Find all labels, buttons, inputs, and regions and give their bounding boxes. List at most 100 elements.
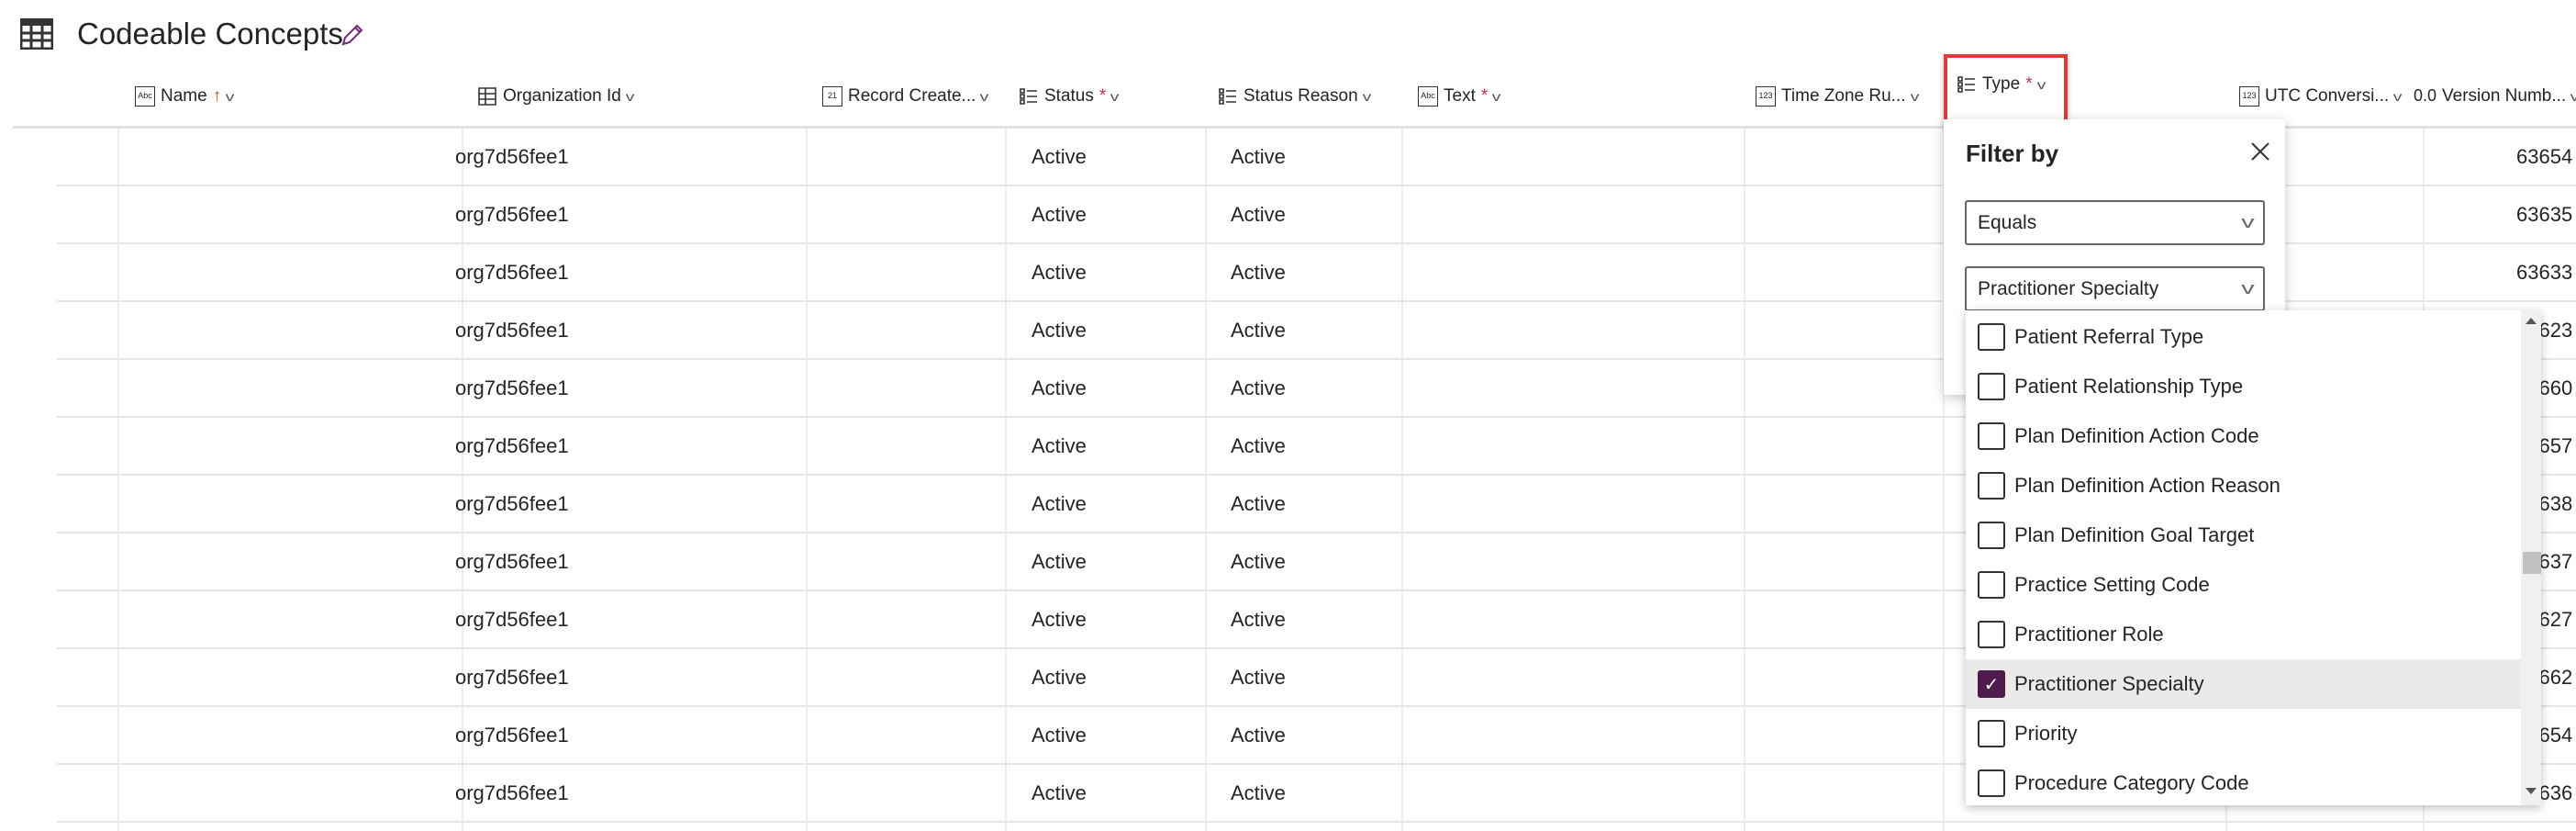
status-reason-cell: Active xyxy=(1231,319,1286,342)
option-label: Practice Setting Code xyxy=(2014,573,2210,596)
scrollbar[interactable] xyxy=(2521,310,2541,805)
checkbox[interactable] xyxy=(1978,323,2005,351)
status-cell: Active xyxy=(1032,434,1087,457)
filter-option[interactable]: Practitioner Role xyxy=(1966,610,2521,659)
filter-option[interactable]: Plan Definition Action Reason xyxy=(1966,461,2521,511)
column-label: UTC Conversi... xyxy=(2265,86,2390,106)
checkbox[interactable] xyxy=(1978,422,2005,450)
column-header-name[interactable]: Abc Name ↑ v xyxy=(135,83,235,110)
column-header-type[interactable]: Type * v xyxy=(1957,71,2046,98)
calendar-icon: 21 xyxy=(822,86,842,107)
status-cell: Active xyxy=(1032,492,1087,515)
status-cell: Active xyxy=(1032,550,1087,573)
filter-option[interactable]: Plan Definition Action Code xyxy=(1966,411,2521,461)
filter-option[interactable]: Practice Setting Code xyxy=(1966,560,2521,610)
status-reason-cell: Active xyxy=(1231,550,1286,573)
column-header-organization-id[interactable]: Organization Id v xyxy=(477,83,635,110)
option-label: Plan Definition Goal Target xyxy=(2014,523,2255,546)
option-label: Patient Referral Type xyxy=(2014,325,2204,348)
status-cell: Active xyxy=(1032,203,1087,226)
column-header-status[interactable]: Status * v xyxy=(1019,83,1120,110)
filter-option[interactable]: Procedure Category Code xyxy=(1966,758,2521,808)
status-reason-cell: Active xyxy=(1231,376,1286,399)
edit-icon[interactable] xyxy=(340,22,365,48)
status-cell: Active xyxy=(1032,376,1087,399)
organization-id-cell: org7d56fee1 xyxy=(455,145,569,168)
value-dropdown[interactable]: Practitioner Specialty v xyxy=(1965,266,2265,311)
option-label: Priority xyxy=(2014,722,2078,745)
filter-option[interactable]: ✓ Practitioner Specialty xyxy=(1966,659,2521,709)
close-icon[interactable] xyxy=(2247,138,2274,165)
version-number-cell: 63654 xyxy=(2516,145,2573,168)
organization-id-cell: org7d56fee1 xyxy=(455,492,569,515)
status-cell: Active xyxy=(1032,781,1087,804)
organization-id-cell: org7d56fee1 xyxy=(455,203,569,226)
status-reason-cell: Active xyxy=(1231,608,1286,631)
value-text: Practitioner Specialty xyxy=(1978,278,2159,299)
chevron-down-icon: v xyxy=(1910,89,1919,104)
column-header-record-create[interactable]: 21 Record Create... v xyxy=(822,83,989,110)
column-header-status-reason[interactable]: Status Reason v xyxy=(1218,83,1371,110)
column-label: Text xyxy=(1444,86,1476,106)
text-field-icon: Abc xyxy=(1418,86,1438,107)
organization-id-cell: org7d56fee1 xyxy=(455,608,569,631)
checkbox[interactable] xyxy=(1978,769,2005,797)
required-mark: * xyxy=(2025,74,2033,94)
checkbox-checked[interactable]: ✓ xyxy=(1978,670,2005,698)
chevron-down-icon: v xyxy=(625,89,635,104)
decimal-icon: 0.0 xyxy=(2414,86,2437,105)
column-header-utc-conversi[interactable]: 123 UTC Conversi... v xyxy=(2239,83,2403,110)
organization-id-cell: org7d56fee1 xyxy=(455,666,569,689)
table-icon xyxy=(20,18,53,50)
scroll-up-icon[interactable] xyxy=(2526,318,2537,324)
scroll-down-icon[interactable] xyxy=(2526,788,2537,794)
operator-dropdown[interactable]: Equals v xyxy=(1965,200,2265,245)
checkbox[interactable] xyxy=(1978,373,2005,400)
checkbox[interactable] xyxy=(1978,571,2005,599)
status-reason-cell: Active xyxy=(1231,145,1286,168)
filter-option[interactable]: Priority xyxy=(1966,709,2521,758)
scrollbar-thumb[interactable] xyxy=(2523,552,2541,574)
column-label: Type xyxy=(1982,74,2021,94)
status-cell: Active xyxy=(1032,666,1087,689)
status-reason-cell: Active xyxy=(1231,781,1286,804)
version-number-cell: 63635 xyxy=(2516,203,2573,226)
status-reason-cell: Active xyxy=(1231,203,1286,226)
organization-id-cell: org7d56fee1 xyxy=(455,261,569,284)
option-label: Plan Definition Action Code xyxy=(2014,424,2259,447)
organization-id-cell: org7d56fee1 xyxy=(455,376,569,399)
column-label: Record Create... xyxy=(848,86,976,106)
required-mark: * xyxy=(1098,86,1107,106)
checkmark-icon: ✓ xyxy=(1983,674,2000,695)
options-list: Patient Referral Type Patient Relationshi… xyxy=(1966,310,2541,805)
chevron-down-icon: v xyxy=(2241,213,2255,231)
filter-option[interactable]: Plan Definition Goal Target xyxy=(1966,511,2521,560)
chevron-down-icon: v xyxy=(1491,89,1501,104)
checkbox[interactable] xyxy=(1978,621,2005,648)
chevron-down-icon: v xyxy=(2392,89,2403,104)
filter-option[interactable]: Patient Relationship Type xyxy=(1966,362,2521,411)
status-cell: Active xyxy=(1032,319,1087,342)
column-header-type-highlighted[interactable]: Type * v xyxy=(1944,54,2068,127)
checkbox[interactable] xyxy=(1978,472,2005,500)
column-label: Organization Id xyxy=(503,86,621,106)
option-label: Plan Definition Action Reason xyxy=(2014,474,2280,497)
chevron-down-icon: v xyxy=(980,89,989,104)
checkbox[interactable] xyxy=(1978,720,2005,747)
status-cell: Active xyxy=(1032,145,1087,168)
column-header-version-numb[interactable]: 0.0 Version Numb...v xyxy=(2414,83,2576,110)
filter-option[interactable]: Patient Referral Type xyxy=(1966,312,2521,362)
column-header-time-zone-ru[interactable]: 123 Time Zone Ru... v xyxy=(1756,83,1919,110)
lookup-icon xyxy=(478,87,496,106)
chevron-down-icon: v xyxy=(2036,77,2046,92)
column-header-text[interactable]: Abc Text * v xyxy=(1418,83,1501,110)
chevron-down-icon: v xyxy=(2241,279,2255,298)
organization-id-cell: org7d56fee1 xyxy=(455,550,569,573)
status-reason-cell: Active xyxy=(1231,492,1286,515)
choice-icon xyxy=(1020,88,1037,105)
organization-id-cell: org7d56fee1 xyxy=(455,781,569,804)
checkbox[interactable] xyxy=(1978,522,2005,549)
sort-ascending-icon: ↑ xyxy=(212,86,222,106)
column-label: Version Numb... xyxy=(2442,86,2567,106)
column-label: Status Reason xyxy=(1243,86,1358,106)
